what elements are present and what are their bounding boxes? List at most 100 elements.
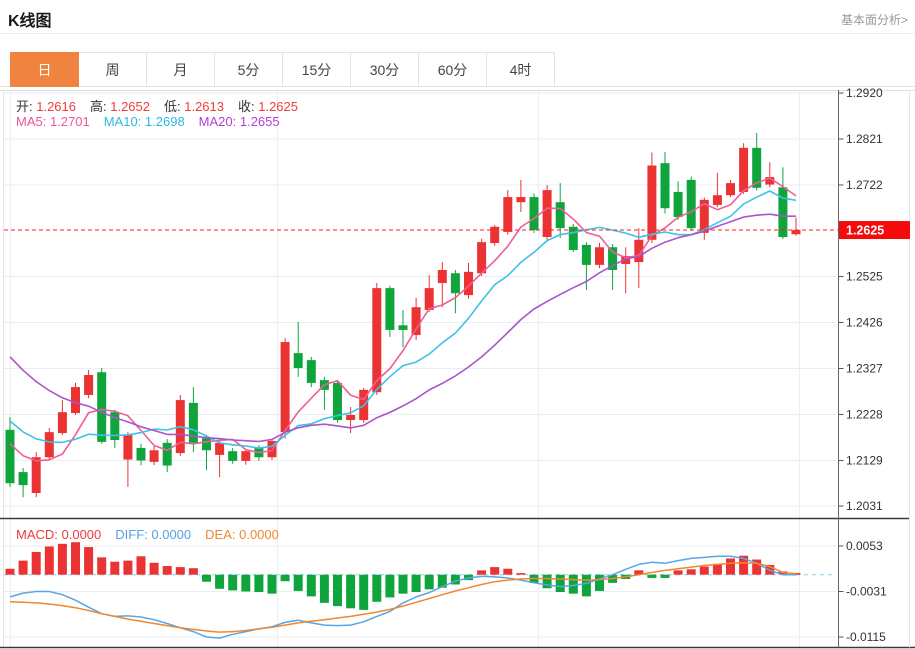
readout-item: MA20: 1.2655 bbox=[198, 114, 280, 129]
candle-body bbox=[346, 414, 356, 421]
price-axis-label: 1.2426 bbox=[846, 315, 883, 329]
readout-item: 开: 1.2616 bbox=[16, 99, 76, 114]
candle-body bbox=[450, 273, 460, 294]
macd-histogram-bar bbox=[215, 574, 225, 589]
macd-histogram-bar bbox=[660, 574, 670, 578]
price-axis-label: 1.2920 bbox=[846, 86, 883, 100]
readout-item: 收: 1.2625 bbox=[238, 99, 298, 114]
macd-histogram-bar bbox=[726, 558, 735, 575]
candle-body bbox=[97, 372, 107, 442]
macd-histogram-bar bbox=[477, 570, 487, 575]
candle-body bbox=[44, 432, 54, 458]
macd-histogram-bar bbox=[686, 569, 696, 575]
readout-item: 低: 1.2613 bbox=[164, 99, 224, 114]
readout-item: MACD: 0.0000 bbox=[16, 527, 102, 542]
price-axis-label: 1.2129 bbox=[846, 453, 883, 467]
candle-body bbox=[202, 438, 211, 451]
candle-body bbox=[647, 165, 657, 240]
ma-readout: MA5: 1.2701 MA10: 1.2698 MA20: 1.2655 bbox=[16, 114, 294, 129]
macd-histogram-bar bbox=[5, 568, 15, 575]
macd-histogram-bar bbox=[411, 574, 421, 593]
macd-histogram-bar bbox=[372, 574, 382, 602]
candle-body bbox=[57, 412, 67, 434]
candle-body bbox=[372, 288, 382, 393]
candle-body bbox=[516, 197, 526, 203]
macd-histogram-bar bbox=[136, 556, 146, 575]
macd-histogram-bar bbox=[359, 574, 369, 610]
price-axis-label: 1.2327 bbox=[846, 361, 883, 375]
candle-body bbox=[215, 442, 225, 455]
candle-body bbox=[84, 374, 94, 395]
macd-readout: MACD: 0.0000 DIFF: 0.0000 DEA: 0.0000 bbox=[16, 527, 293, 542]
candle-body bbox=[241, 451, 251, 461]
candle-body bbox=[660, 163, 670, 209]
macd-histogram-bar bbox=[84, 547, 94, 575]
kline-page: K线图 基本面分析> 日周月 5分 15分 30分 60分 4时 1.2920 1.2821… bbox=[0, 0, 915, 649]
price-axis-label: 1.2031 bbox=[846, 499, 883, 513]
candle-body bbox=[123, 434, 133, 460]
macd-histogram-bar bbox=[280, 574, 290, 582]
macd-histogram-bar bbox=[267, 574, 277, 594]
macd-histogram-bar bbox=[699, 566, 709, 575]
current-price-badge-label: 1.2625 bbox=[846, 224, 884, 238]
candle-body bbox=[739, 147, 749, 192]
readout-item: MA10: 1.2698 bbox=[103, 114, 185, 129]
macd-histogram-bar bbox=[647, 574, 657, 578]
candle-body bbox=[149, 450, 159, 462]
macd-histogram-bar bbox=[424, 574, 434, 590]
candle-body bbox=[686, 179, 696, 229]
candle-body bbox=[71, 387, 80, 414]
macd-axis-label: 0.0053 bbox=[846, 539, 883, 553]
candle-body bbox=[595, 247, 604, 265]
macd-histogram-bar bbox=[503, 568, 513, 575]
macd-histogram-bar bbox=[542, 574, 552, 589]
macd-histogram-bar bbox=[254, 574, 264, 593]
price-axis-label: 1.2525 bbox=[846, 270, 883, 284]
price-axis-label: 1.2821 bbox=[846, 132, 883, 146]
macd-histogram-bar bbox=[595, 574, 604, 591]
candle-body bbox=[712, 195, 722, 205]
readout-item: 高: 1.2652 bbox=[90, 99, 150, 114]
readout-item: MA5: 1.2701 bbox=[16, 114, 90, 129]
macd-histogram-bar bbox=[319, 574, 329, 603]
candle-body bbox=[162, 442, 172, 466]
macd-histogram-bar bbox=[581, 574, 591, 597]
candle-body bbox=[306, 360, 316, 383]
candle-body bbox=[228, 451, 238, 461]
candle-body bbox=[555, 202, 565, 229]
macd-histogram-bar bbox=[490, 567, 500, 575]
candle-body bbox=[437, 270, 447, 284]
candle-body bbox=[726, 183, 735, 196]
readout-item: DIFF: 0.0000 bbox=[115, 527, 192, 542]
candle-body bbox=[31, 457, 41, 493]
macd-histogram-bar bbox=[228, 574, 238, 591]
macd-histogram-bar bbox=[398, 574, 408, 594]
candle-body bbox=[385, 288, 395, 330]
candle-body bbox=[136, 447, 146, 461]
candle-body bbox=[5, 429, 15, 484]
macd-histogram-bar bbox=[162, 566, 172, 575]
candle-body bbox=[293, 353, 303, 369]
macd-histogram-bar bbox=[202, 574, 211, 582]
candle-body bbox=[791, 230, 801, 235]
candle-body bbox=[280, 342, 290, 433]
macd-histogram-bar bbox=[555, 574, 565, 593]
readout-item: DEA: 0.0000 bbox=[205, 527, 279, 542]
macd-histogram-bar bbox=[712, 563, 722, 575]
candle-body bbox=[477, 242, 487, 274]
candle-body bbox=[673, 191, 683, 218]
macd-histogram-bar bbox=[18, 560, 28, 575]
candle-body bbox=[398, 325, 408, 330]
macd-axis-label: -0.0031 bbox=[846, 584, 887, 598]
price-axis-label: 1.2722 bbox=[846, 178, 883, 192]
macd-histogram-bar bbox=[71, 542, 80, 575]
macd-histogram-bar bbox=[188, 568, 198, 575]
candle-body bbox=[503, 197, 513, 232]
macd-histogram-bar bbox=[97, 557, 107, 575]
macd-histogram-bar bbox=[44, 546, 54, 575]
macd-histogram-bar bbox=[110, 561, 120, 575]
macd-histogram-bar bbox=[241, 574, 251, 592]
price-axis-label: 1.2228 bbox=[846, 407, 883, 421]
macd-histogram-bar bbox=[306, 574, 316, 597]
macd-histogram-bar bbox=[333, 574, 342, 607]
